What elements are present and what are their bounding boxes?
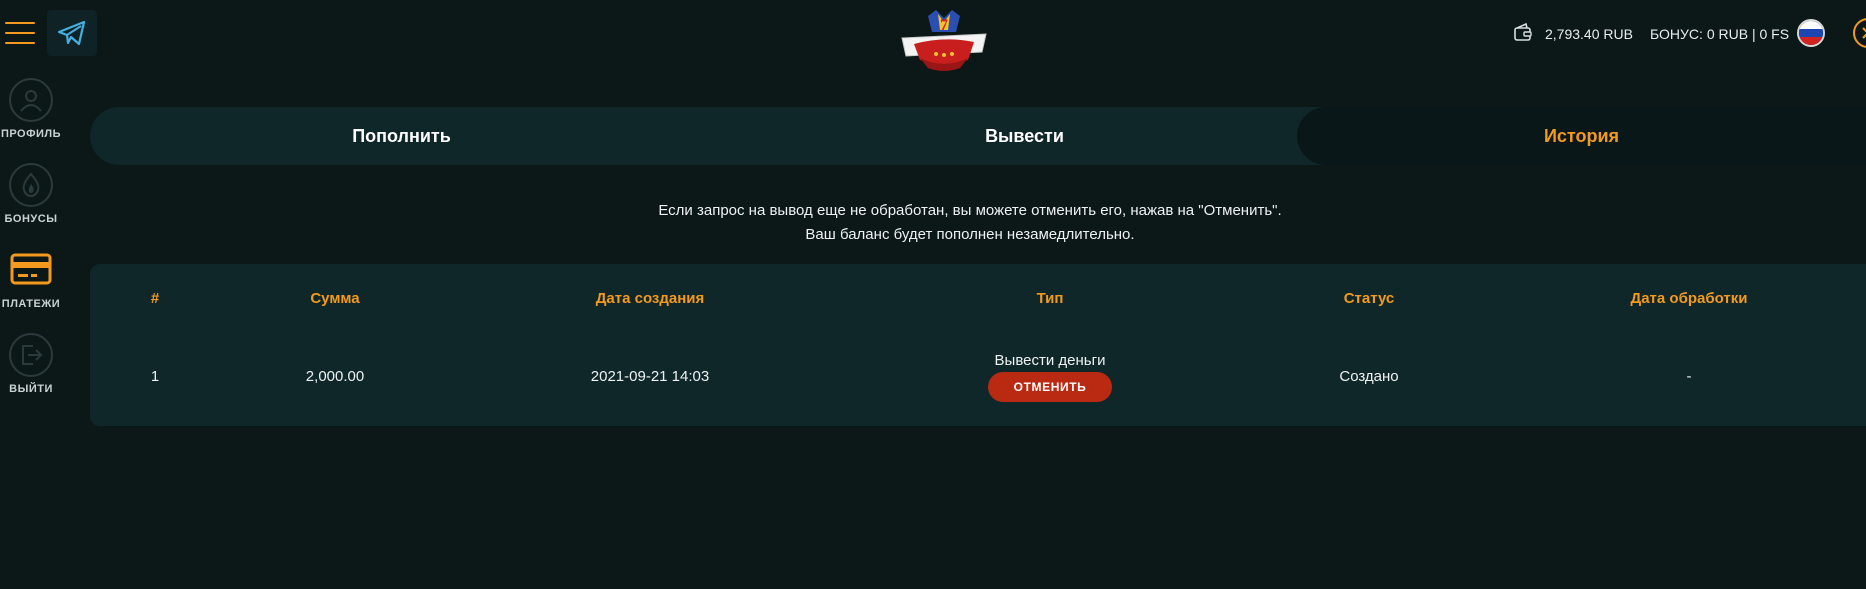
notice-line: Если запрос на вывод еще не обработан, в… [658, 202, 1282, 219]
withdraw-notice: Если запрос на вывод еще не обработан, в… [90, 199, 1850, 247]
top-bar: 7 2,793.40 RUB БОНУС: 0 RUB | 0 FS [0, 0, 1866, 71]
row-created-date: 2021-09-21 14:03 [590, 368, 710, 385]
cancel-button[interactable]: ОТМЕНИТЬ [988, 372, 1112, 402]
sidebar-item-label: ВЫЙТИ [9, 383, 53, 395]
bonus-balance[interactable]: БОНУС: 0 RUB | 0 FS [1650, 26, 1789, 42]
column-header-type: Тип [1036, 290, 1064, 307]
column-header-status: Статус [1343, 290, 1395, 307]
history-table: # Сумма Дата создания Тип Статус Дата об… [90, 264, 1866, 426]
telegram-icon[interactable] [47, 10, 97, 56]
svg-text:7: 7 [940, 17, 948, 34]
row-processed-date: - [1686, 368, 1692, 385]
sidebar-item-label: БОНУСЫ [4, 213, 58, 225]
russian-flag-icon[interactable] [1797, 19, 1825, 47]
sidebar-item-logout[interactable]: ВЫЙТИ [0, 325, 62, 405]
column-header-amount: Сумма [310, 290, 360, 307]
notice-line: Ваш баланс будет пополнен незамедлительн… [805, 226, 1135, 243]
tab-history[interactable]: История [1297, 107, 1866, 165]
column-header-number: # [150, 290, 160, 307]
card-icon [9, 250, 53, 290]
row-amount: 2,000.00 [305, 368, 365, 385]
sidebar-item-label: ПРОФИЛЬ [0, 128, 62, 140]
payment-tabs: Пополнить Вывести История [90, 107, 1866, 165]
logout-icon [9, 333, 53, 377]
balance-amount[interactable]: 2,793.40 RUB [1545, 26, 1633, 42]
sidebar-item-profile[interactable]: ПРОФИЛЬ [0, 70, 62, 150]
sidebar-item-label: ПЛАТЕЖИ [1, 298, 61, 310]
row-status: Создано [1339, 368, 1399, 385]
menu-icon[interactable] [5, 22, 35, 44]
tab-deposit[interactable]: Пополнить [90, 107, 713, 165]
row-type: Вывести деньги [994, 352, 1106, 369]
close-icon[interactable] [1853, 18, 1866, 48]
tab-withdraw[interactable]: Вывести [713, 107, 1336, 165]
column-header-processed: Дата обработки [1630, 290, 1748, 307]
sidebar-item-bonuses[interactable]: БОНУСЫ [0, 155, 62, 235]
casino-logo[interactable]: 7 [898, 8, 990, 74]
column-header-created: Дата создания [595, 290, 705, 307]
wallet-icon[interactable] [1513, 22, 1533, 43]
flame-icon [9, 163, 53, 207]
sidebar-item-payments[interactable]: ПЛАТЕЖИ [0, 240, 62, 320]
user-icon [9, 78, 53, 122]
row-number: 1 [150, 368, 160, 385]
